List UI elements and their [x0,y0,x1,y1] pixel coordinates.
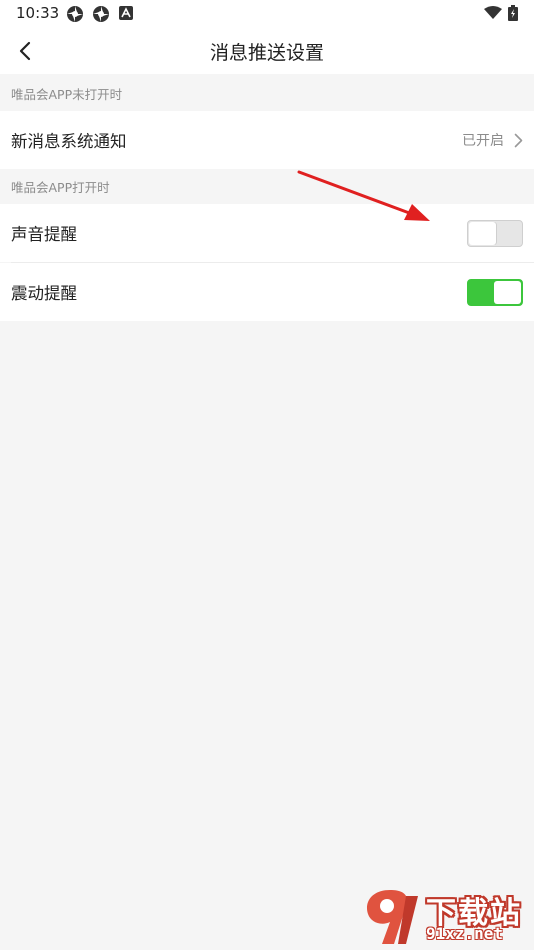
row-sound-reminder: 声音提醒 [0,204,534,262]
sound-reminder-toggle[interactable] [467,219,523,247]
nav-bar: 消息推送设置 [0,28,534,74]
row-new-message-notification[interactable]: 新消息系统通知 已开启 [0,111,534,169]
row-value-group: 已开启 [462,130,523,150]
status-icons-left [66,5,134,23]
row-label: 震动提醒 [11,284,77,303]
section-header-app-closed: 唯品会APP未打开时 [0,78,534,112]
row-label: 新消息系统通知 [11,132,127,151]
vibration-reminder-toggle[interactable] [467,278,523,306]
watermark: 下载站 91xz.net [360,886,530,950]
watermark-logo-icon [366,890,418,944]
battery-icon [508,5,518,21]
toggle-knob [494,280,521,304]
toggle-knob [469,221,496,245]
notification-status-value: 已开启 [462,133,504,149]
section-header-app-open: 唯品会APP打开时 [0,171,534,205]
status-bar: 10:33 [0,0,534,28]
app-icon [67,6,83,22]
watermark-url: 91xz.net [426,924,504,943]
chevron-right-icon [514,133,523,147]
status-icons-right [484,5,518,21]
row-vibration-reminder: 震动提醒 [0,263,534,321]
row-label: 声音提醒 [11,225,77,244]
wifi-icon [484,6,502,19]
notification-icon [119,6,133,20]
app-icon [93,6,109,22]
status-time: 10:33 [16,4,60,22]
page-title: 消息推送设置 [209,42,324,64]
